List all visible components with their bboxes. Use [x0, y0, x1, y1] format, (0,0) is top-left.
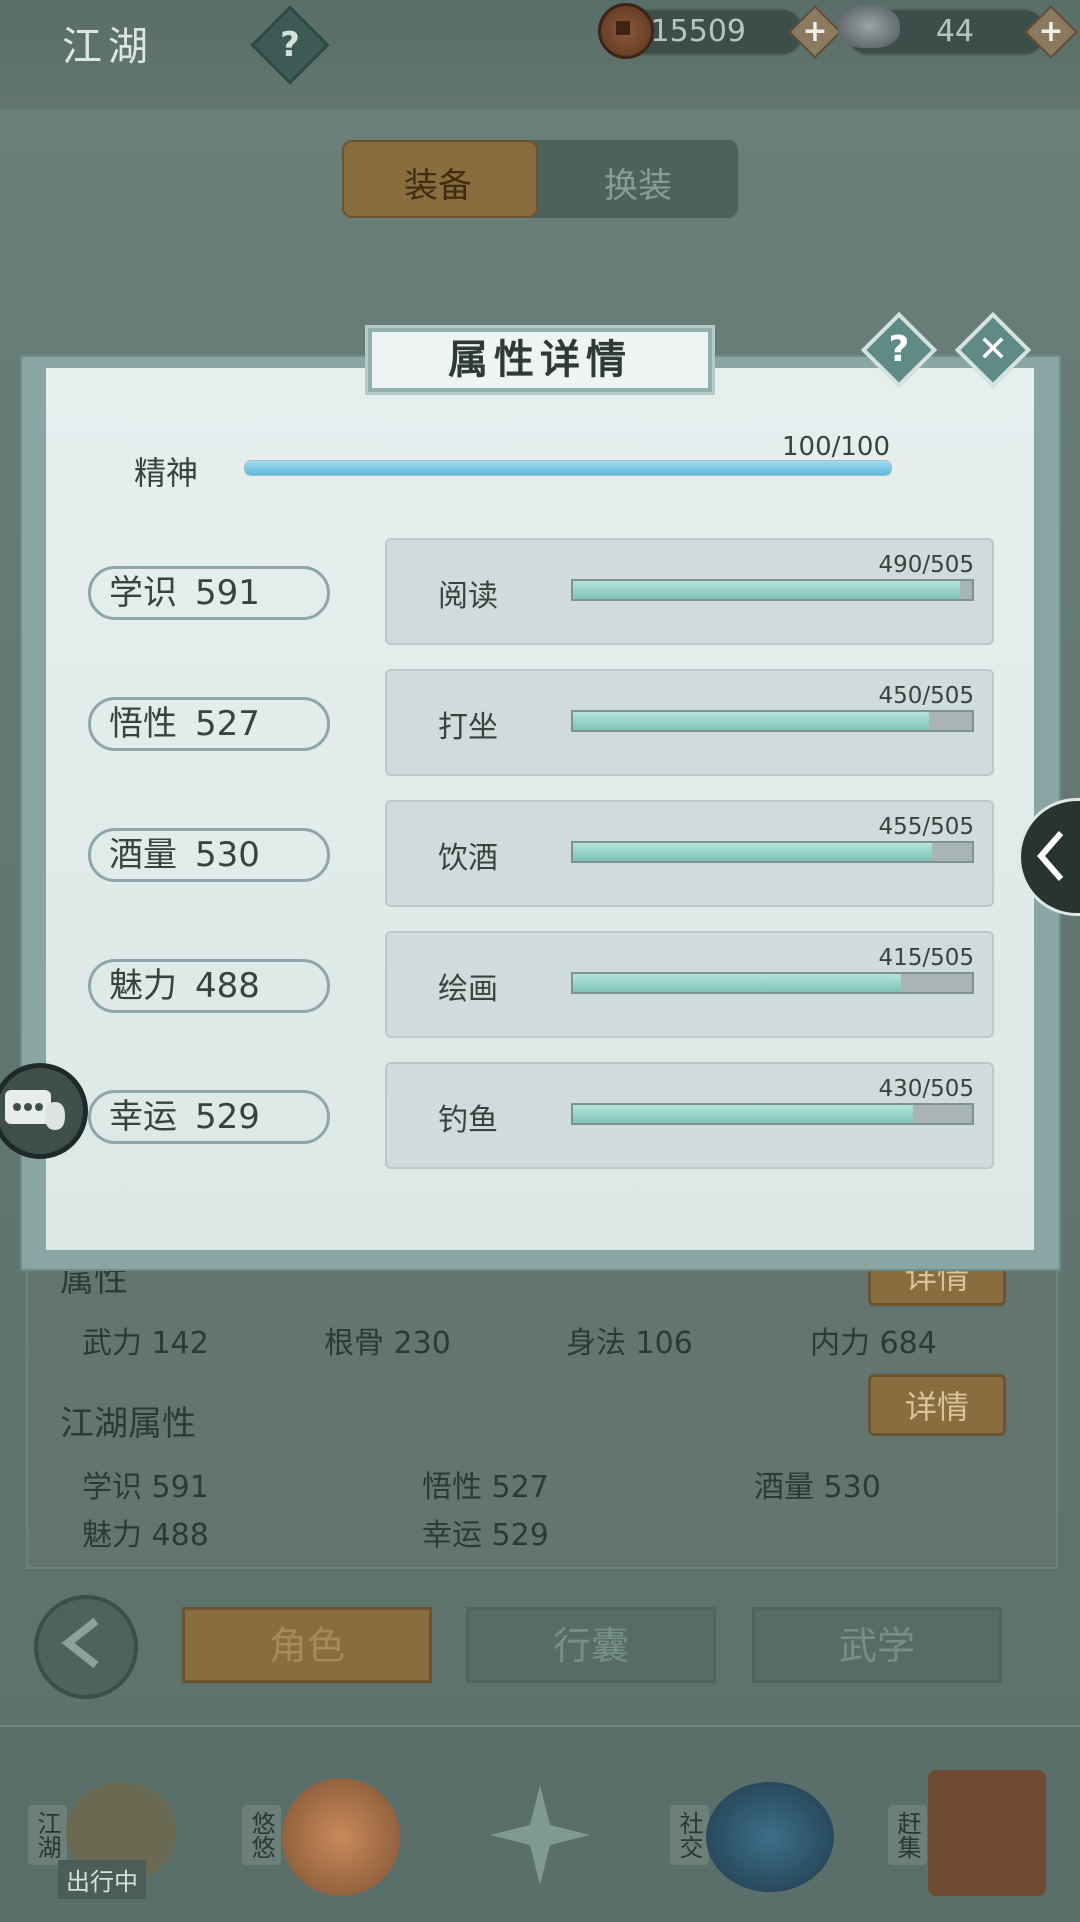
dock-market-label[interactable]: 赶集 [888, 1805, 927, 1865]
side-panel-toggle[interactable] [1018, 798, 1080, 916]
skill-progress-text: 455/505 [878, 814, 974, 840]
spirit-label: 精神 [134, 454, 199, 492]
jianghu-stat: 悟性 527 [422, 1470, 549, 1505]
attr-pill: 魅力 488 [88, 959, 330, 1013]
attr-pill: 幸运 529 [88, 1090, 330, 1144]
market-basket-icon[interactable] [928, 1770, 1046, 1896]
skill-progress-bar [571, 710, 974, 732]
jianghu-detail-button[interactable]: 详情 [868, 1374, 1006, 1436]
jianghu-stat: 魅力 488 [82, 1518, 209, 1553]
skill-name: 绘画 [438, 972, 498, 1007]
plus-icon: + [1038, 14, 1064, 49]
attr-value: 529 [195, 1097, 260, 1137]
spirit-value: 100/100 [782, 432, 891, 462]
attr-value: 488 [195, 966, 260, 1006]
attr-name: 幸运 [109, 1097, 177, 1137]
combat-stat: 武力 142 [82, 1326, 209, 1361]
attr-name: 学识 [109, 573, 177, 613]
tab-martial[interactable]: 武学 [752, 1607, 1002, 1683]
tab-bag[interactable]: 行囊 [466, 1607, 716, 1683]
attr-name: 悟性 [109, 704, 177, 744]
jianghu-stat: 幸运 529 [422, 1518, 549, 1553]
dock-youyou-label[interactable]: 悠悠 [242, 1805, 281, 1865]
attr-pill: 酒量 530 [88, 828, 330, 882]
skill-progress-fill [573, 1105, 913, 1123]
compass-star-icon[interactable] [490, 1785, 590, 1885]
attr-pill: 悟性 527 [88, 697, 330, 751]
chat-bubble-icon [5, 1090, 65, 1130]
skill-name: 打坐 [438, 710, 498, 745]
silver-amount: 44 [935, 14, 974, 49]
combat-stat: 身法 106 [566, 1326, 693, 1361]
attr-name: 酒量 [109, 835, 177, 875]
close-icon: ✕ [977, 329, 1009, 370]
plus-icon: + [802, 14, 828, 49]
silver-ingot-icon [838, 4, 900, 48]
skill-progress-fill [573, 843, 933, 861]
spirit-bar-fill [245, 461, 891, 475]
skill-progress-text: 415/505 [878, 945, 974, 971]
skill-name: 饮酒 [438, 841, 498, 876]
copper-coin-icon [598, 3, 654, 59]
skill-name: 阅读 [438, 579, 498, 614]
tab-change-outfit[interactable]: 换装 [604, 158, 672, 207]
attr-pill: 学识 591 [88, 566, 330, 620]
traveling-status: 出行中 [58, 1860, 146, 1899]
dock-social-label[interactable]: 社交 [670, 1805, 709, 1865]
attr-value: 530 [195, 835, 260, 875]
skill-progress-text: 430/505 [878, 1076, 974, 1102]
combat-stat: 内力 684 [810, 1326, 937, 1361]
tab-role[interactable]: 角色 [182, 1607, 432, 1683]
region-title: 江湖 [62, 24, 154, 70]
spirit-bar [244, 460, 892, 476]
back-button[interactable] [34, 1595, 138, 1699]
attr-name: 魅力 [109, 966, 177, 1006]
jianghu-stat: 学识 591 [82, 1470, 209, 1505]
chat-button[interactable] [0, 1063, 88, 1159]
modal-title: 属性详情 [448, 336, 632, 383]
skill-progress-bar [571, 579, 974, 601]
social-wave-icon[interactable] [706, 1782, 834, 1892]
skill-progress-bar [571, 1103, 974, 1125]
skill-progress-text: 450/505 [878, 683, 974, 709]
back-arrow-icon [61, 1617, 99, 1669]
skill-progress-fill [573, 974, 901, 992]
chevron-left-icon [1037, 831, 1064, 881]
attr-value: 591 [195, 573, 260, 613]
skill-progress-fill [573, 581, 961, 599]
skill-name: 钓鱼 [438, 1103, 498, 1138]
question-icon: ? [888, 329, 910, 370]
skill-progress-bar [571, 972, 974, 994]
crane-sun-icon[interactable] [282, 1778, 400, 1896]
skill-progress-text: 490/505 [878, 552, 974, 578]
question-icon: ? [280, 25, 300, 65]
skill-progress-bar [571, 841, 974, 863]
tab-equip-label: 装备 [404, 166, 472, 206]
modal-title-plaque: 属性详情 [368, 328, 712, 392]
skill-progress-fill [573, 712, 929, 730]
jianghu-heading: 江湖属性 [60, 1404, 196, 1444]
dock-jianghu-label[interactable]: 江湖 [28, 1805, 67, 1865]
combat-stat: 根骨 230 [324, 1326, 451, 1361]
jianghu-stat: 酒量 530 [754, 1470, 881, 1505]
attr-value: 527 [195, 704, 260, 744]
